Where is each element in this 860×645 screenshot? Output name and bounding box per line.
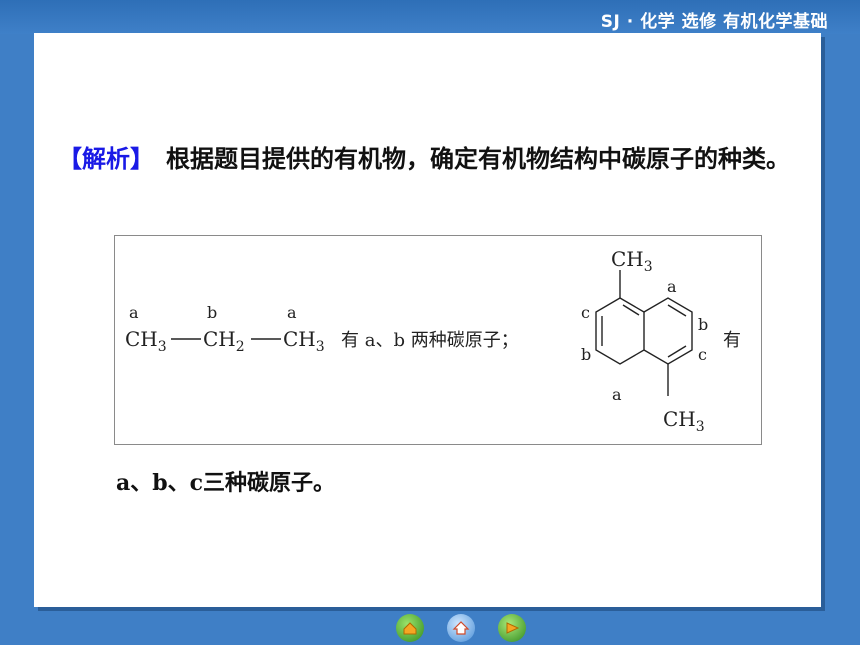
analysis-text: 根据题目提供的有机物，确定有机物结构中碳原子的种类。 <box>142 144 790 173</box>
slide-content: 【解析】 根据题目提供的有机物，确定有机物结构中碳原子的种类。 a b a CH… <box>34 33 821 607</box>
ring-label-b-right: b <box>698 315 708 334</box>
header-title: SJ · 化学 选修 有机化学基础 <box>600 12 828 32</box>
structure-figure: a b a CH3 CH2 CH3 有 a、b 两种碳原子； CH3 CH3 a… <box>114 235 762 445</box>
home-icon <box>403 622 417 635</box>
analysis-label: 【解析】 <box>58 144 142 173</box>
conclusion-paragraph: a、b、c三种碳原子。 <box>116 470 336 496</box>
next-icon <box>506 622 520 634</box>
propane-ch2: CH2 <box>203 327 245 355</box>
ring-label-c-left: c <box>581 303 590 322</box>
home-button[interactable] <box>396 614 424 642</box>
propane-ch3-left: CH3 <box>125 327 167 355</box>
back-button[interactable] <box>447 614 475 642</box>
propane-ch3-right: CH3 <box>283 327 325 355</box>
next-button[interactable] <box>498 614 526 642</box>
naphthalene-ring <box>595 297 693 365</box>
top-ch3: CH3 <box>611 247 653 275</box>
ring-label-c-right: c <box>698 345 707 364</box>
back-icon <box>452 621 470 635</box>
label-b: b <box>207 303 217 322</box>
propane-description: 有 a、b 两种碳原子； <box>341 330 519 351</box>
label-a-left: a <box>129 303 139 322</box>
label-a-right: a <box>287 303 297 322</box>
ring-label-a-bottom: a <box>612 385 622 404</box>
bottom-ch3: CH3 <box>663 407 705 435</box>
ring-label-a-top: a <box>667 277 677 296</box>
naphthalene-description: 有 <box>723 330 741 351</box>
ring-label-b-left: b <box>581 345 591 364</box>
analysis-paragraph: 【解析】 根据题目提供的有机物，确定有机物结构中碳原子的种类。 <box>58 127 798 191</box>
